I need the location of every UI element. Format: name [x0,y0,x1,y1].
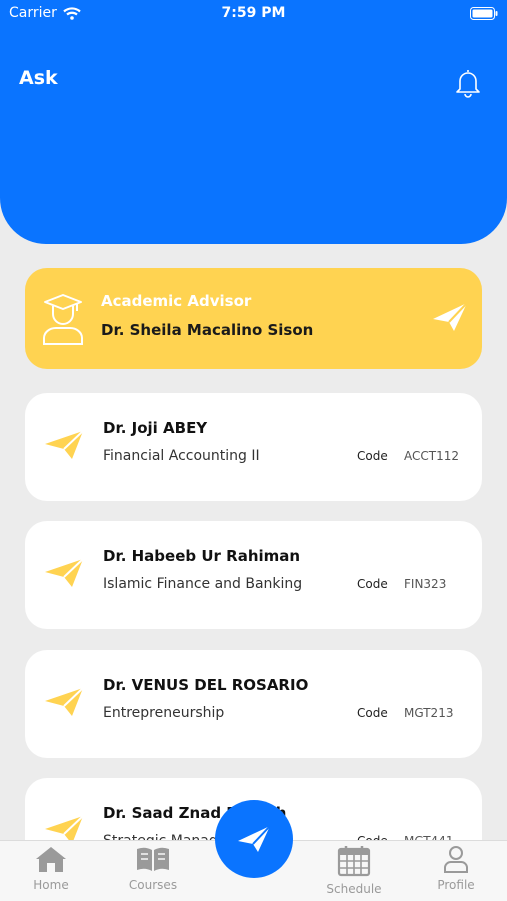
course-code: ACCT112 [404,449,459,463]
send-icon [45,558,84,587]
tab-home-label: Home [33,878,69,892]
code-label: Code [357,577,388,591]
send-icon [45,430,84,459]
code-label: Code [357,449,388,463]
course-code: MGT213 [404,706,454,720]
calendar-icon [337,846,371,877]
send-icon[interactable] [431,301,469,333]
tab-courses[interactable]: Courses [113,845,193,892]
header-banner: Ask [0,0,507,244]
tab-profile-label: Profile [437,878,475,892]
graduate-icon [43,294,83,345]
professor-name: Dr. Habeeb Ur Rahiman [103,547,301,565]
user-icon [444,846,468,873]
advisor-role: Academic Advisor [101,292,252,310]
tab-courses-label: Courses [128,878,178,892]
course-name: Islamic Finance and Banking [103,576,303,592]
tab-schedule[interactable]: Schedule [314,845,394,896]
course-card[interactable]: Dr. VENUS DEL ROSARIO Entrepreneurship C… [25,650,482,758]
code-label: Code [357,706,388,720]
course-card[interactable]: Dr. Habeeb Ur Rahiman Islamic Finance an… [25,521,482,629]
professor-name: Dr. VENUS DEL ROSARIO [103,676,309,694]
page-title: Ask [19,67,58,89]
battery-icon [470,7,498,20]
tab-schedule-label: Schedule [326,882,382,896]
tab-home[interactable]: Home [11,845,91,892]
course-name: Entrepreneurship [103,705,225,721]
send-icon [238,825,271,852]
course-name: Financial Accounting II [103,448,260,464]
advisor-card[interactable]: Academic Advisor Dr. Sheila Macalino Sis… [25,268,482,369]
bell-icon[interactable] [455,68,481,98]
advisor-name: Dr. Sheila Macalino Sison [101,321,314,339]
clock: 7:59 PM [221,5,286,21]
home-icon [36,847,66,872]
book-icon [137,847,169,871]
course-card[interactable]: Dr. Joji ABEY Financial Accounting II Co… [25,393,482,501]
course-code: FIN323 [404,577,447,591]
tab-profile[interactable]: Profile [416,845,496,892]
ask-fab-button[interactable] [215,800,293,878]
professor-name: Dr. Joji ABEY [103,419,208,437]
status-bar: Carrier 7:59 PM [0,0,507,30]
send-icon [45,687,84,716]
